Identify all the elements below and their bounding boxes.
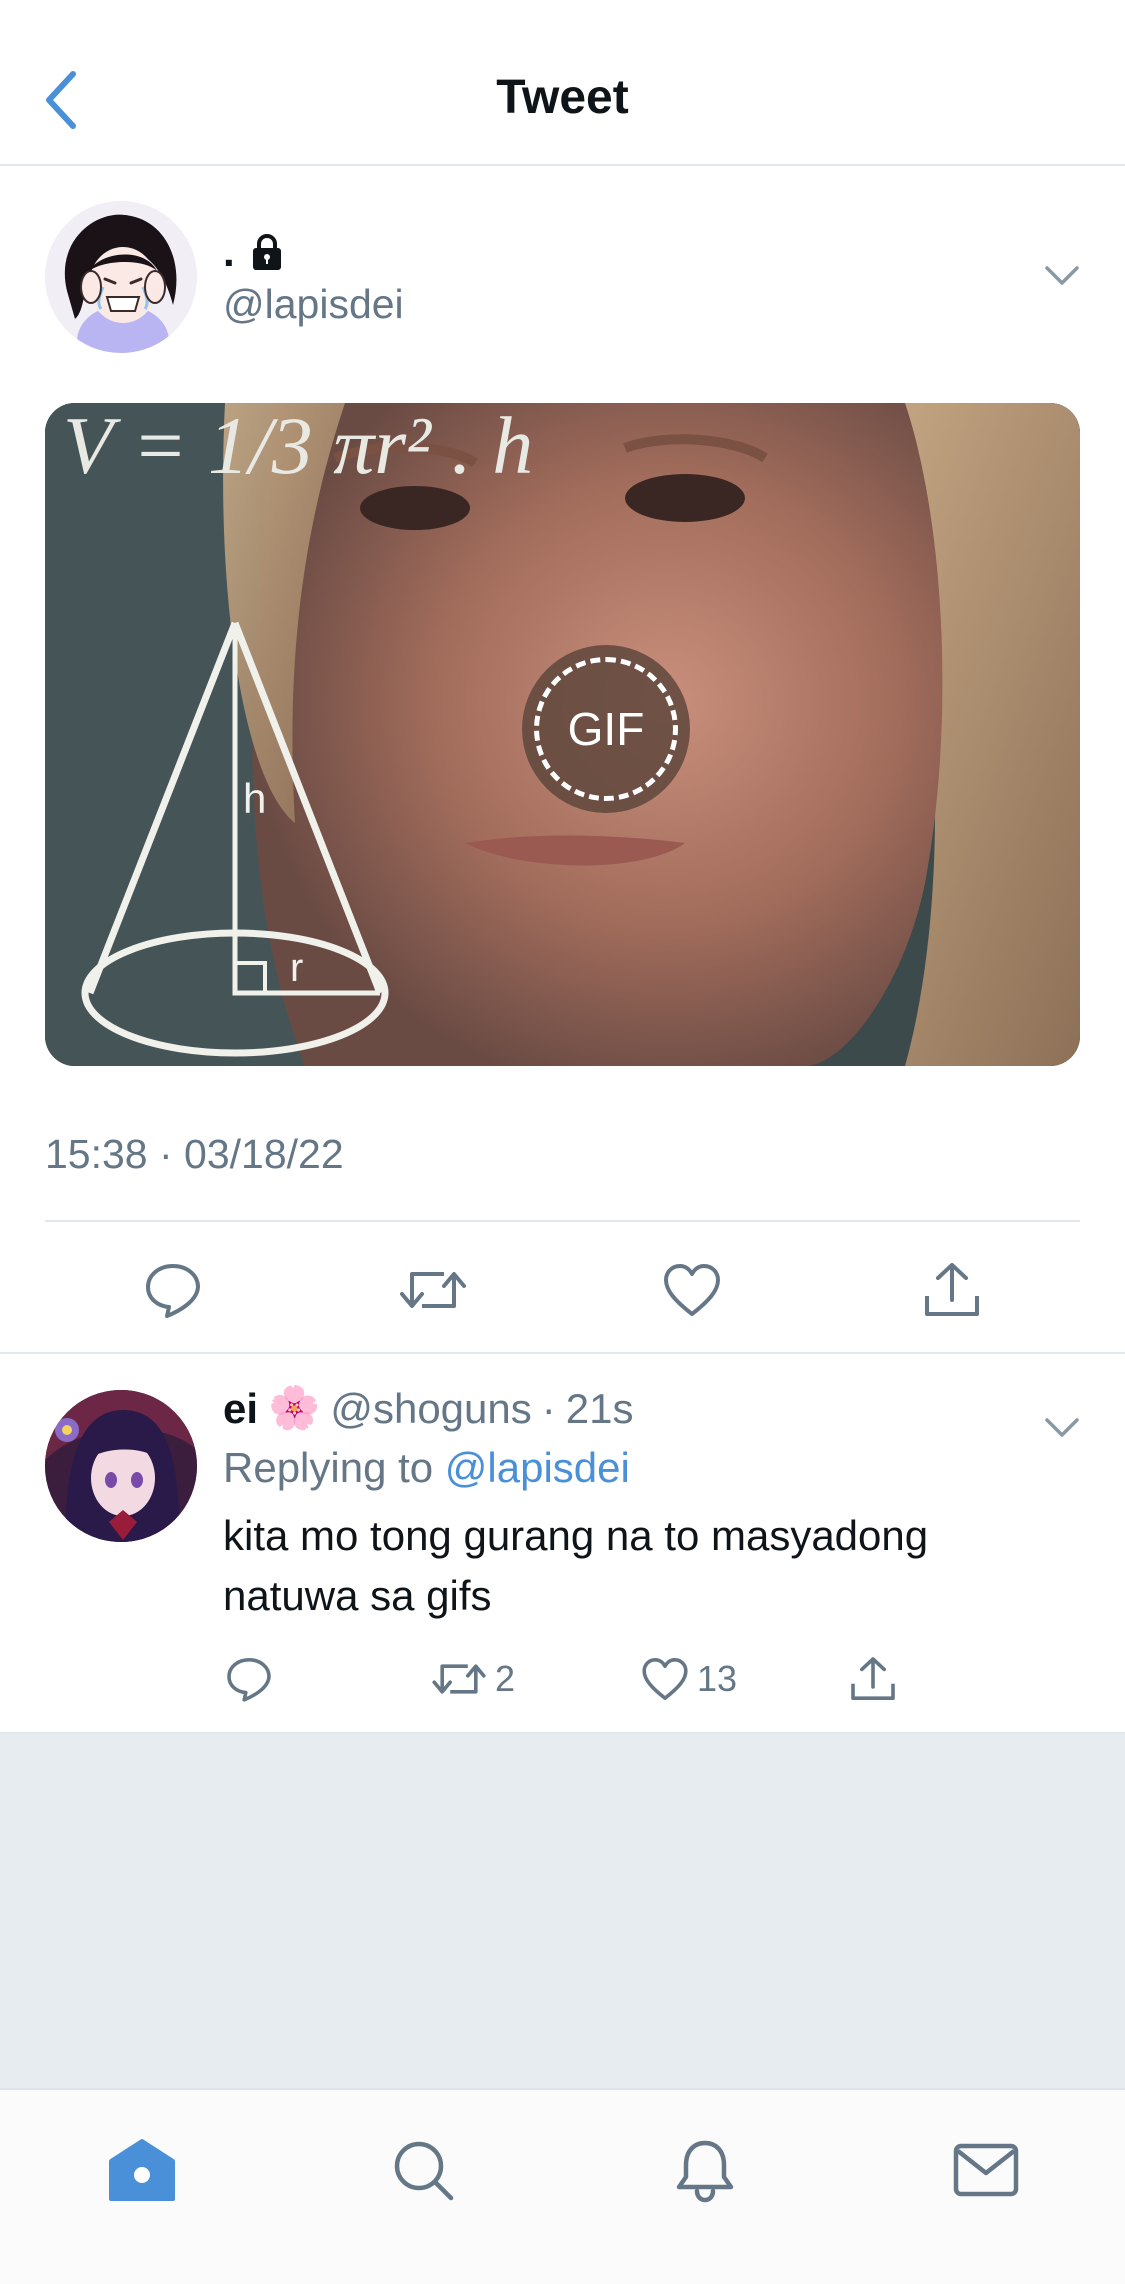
heart-icon [664,1264,720,1316]
reply-handle[interactable]: @shoguns [330,1385,531,1433]
replying-prefix: Replying to [223,1444,434,1491]
reply-tweet[interactable]: ei 🌸 @shoguns · 21s Replying to @lapisde… [0,1354,1125,1730]
tab-notifications[interactable] [660,2130,750,2210]
reply-header: ei 🌸 @shoguns · 21s [223,1384,633,1433]
tweet-options-button[interactable] [1037,256,1087,296]
tab-search[interactable] [378,2130,468,2210]
cone-radius-label: r [290,946,303,990]
retweet-count: 2 [495,1658,516,1699]
retweet-button[interactable] [393,1250,473,1330]
reply-icon [146,1264,200,1318]
reply-share-button[interactable] [849,1644,897,1714]
chevron-down-icon [1045,266,1079,285]
gif-label: GIF [567,703,645,755]
reply-button[interactable] [133,1250,213,1330]
page-title: Tweet [496,71,629,124]
author-display-name[interactable]: . [223,228,287,276]
tweet-timestamp: 15:38 · 03/18/22 [45,1131,344,1177]
reply-like-button[interactable]: 13 [641,1644,737,1714]
reply-reply-button[interactable] [225,1644,273,1714]
author-avatar[interactable] [45,201,197,353]
replying-to: Replying to @lapisdei [223,1444,630,1492]
reply-text: kita mo tong gurang na to masyadong natu… [223,1512,929,1619]
bell-icon [676,2140,734,2203]
share-button[interactable] [912,1250,992,1330]
reply-dot: · [541,1384,556,1432]
reply-action-bar: 2 13 [223,1644,1063,1714]
like-button[interactable] [652,1250,732,1330]
share-icon [925,1263,979,1316]
flower-emoji: 🌸 [268,1384,321,1431]
author-handle[interactable]: @lapisdei [223,281,404,328]
chevron-down-icon [1045,1418,1079,1437]
reply-display-name[interactable]: ei [223,1385,258,1433]
display-name-text: . [223,228,235,275]
empty-area [0,1732,1125,2088]
reply-retweet-button[interactable]: 2 [431,1644,515,1714]
tab-home[interactable] [97,2130,187,2210]
home-icon [109,2139,175,2201]
share-icon [851,1657,895,1700]
formula-overlay: V = 1/3 πr² . h [63,403,533,491]
reply-icon [227,1658,271,1702]
main-tweet: . @lapisdei V = 1/3 πr² . h h r GIF 15:3… [0,168,1125,1354]
heart-icon [642,1658,688,1700]
tab-messages[interactable] [941,2130,1031,2210]
retweet-icon [432,1664,486,1694]
tweet-action-bar [0,1222,1125,1352]
gif-play-badge[interactable]: GIF [522,645,690,813]
replying-mention[interactable]: @lapisdei [445,1444,630,1491]
retweet-icon [400,1272,466,1308]
reply-author-avatar[interactable] [45,1390,197,1542]
like-count: 13 [697,1658,738,1699]
search-icon [394,2141,454,2201]
bottom-tab-bar [0,2088,1125,2284]
navigation-header: Tweet [0,0,1125,166]
reply-time: 21s [565,1384,634,1432]
lock-icon [252,233,281,270]
tweet-media-gif[interactable]: V = 1/3 πr² . h h r GIF [45,403,1080,1066]
reply-options-button[interactable] [1037,1408,1087,1448]
cone-height-label: h [243,775,266,822]
mail-icon [953,2143,1019,2197]
